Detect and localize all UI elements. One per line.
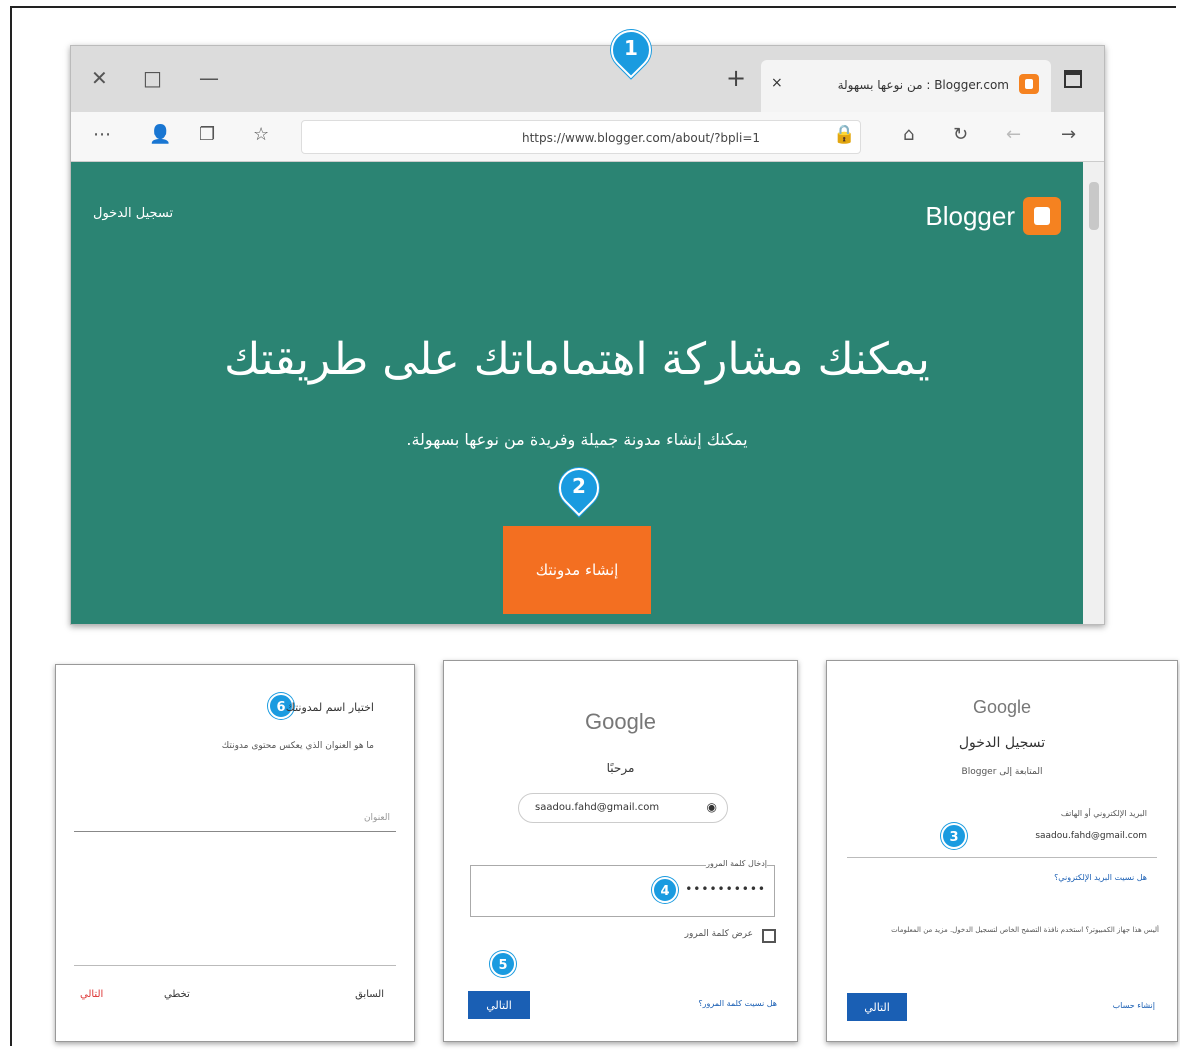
- private-browsing-note: أليس هذا جهاز الكمبيوتر؟ استخدم نافذة ال…: [891, 926, 1159, 934]
- account-chip[interactable]: saadou.fahd@gmail.com ◉: [518, 793, 728, 823]
- blogger-landing-page: تسجيل الدخول Blogger يمكنك مشاركة اهتمام…: [71, 162, 1083, 624]
- account-avatar-icon: ◉: [706, 800, 717, 814]
- forgot-email-link[interactable]: هل نسيت البريد الإلكتروني؟: [1054, 873, 1147, 882]
- address-bar: ⋯ 👤 ❐ ☆ ✩ A ⌘ ▭ https://www.blogger.com/…: [71, 112, 1104, 162]
- browser-window: ✕ □ — + Blogger.com : من نوعها بسهولة × …: [70, 45, 1105, 625]
- welcome-text: مرحبًا: [606, 761, 635, 775]
- collections-icon[interactable]: ❐: [199, 124, 215, 145]
- create-blog-button[interactable]: إنشاء مدونتك: [503, 526, 651, 614]
- back-icon[interactable]: ←: [1006, 124, 1021, 145]
- panel-blog-name: 6 اختيار اسم لمدونتك ما هو العنوان الذي …: [55, 664, 415, 1042]
- hero-headline: يمكنك مشاركة اهتماماتك على طريقتك: [224, 334, 930, 385]
- new-tab-button[interactable]: +: [726, 64, 746, 92]
- tab-blogger[interactable]: Blogger.com : من نوعها بسهولة ×: [761, 60, 1051, 112]
- close-window-icon[interactable]: ✕: [91, 66, 108, 90]
- blogger-icon: [1023, 197, 1061, 235]
- next-button[interactable]: التالي: [847, 993, 907, 1021]
- blog-title-input[interactable]: [74, 831, 396, 832]
- password-value: ••••••••••: [685, 882, 766, 896]
- lock-icon: 🔒: [833, 124, 856, 145]
- step-marker-4: 4: [652, 877, 678, 903]
- blogger-favicon-icon: [1019, 74, 1039, 94]
- tab-actions-icon[interactable]: [1064, 70, 1082, 88]
- scrollbar[interactable]: [1083, 162, 1104, 624]
- sign-in-link[interactable]: تسجيل الدخول: [93, 206, 173, 221]
- blog-title-label: العنوان: [363, 813, 390, 823]
- url-input[interactable]: https://www.blogger.com/about/?bpli=1: [301, 120, 861, 154]
- divider: [74, 965, 396, 966]
- sign-in-subtitle: المتابعة إلى Blogger: [961, 767, 1043, 777]
- step-marker-3: 3: [941, 823, 967, 849]
- password-label: إدخال كلمة المرور: [706, 859, 767, 868]
- panel-sign-in: Google تسجيل الدخول المتابعة إلى Blogger…: [826, 660, 1178, 1042]
- google-logo: Google: [972, 697, 1032, 717]
- email-label: البريد الإلكتروني أو الهاتف: [1060, 809, 1147, 818]
- url-text: https://www.blogger.com/about/?bpli=1: [522, 131, 761, 145]
- step-marker-1: 1: [602, 21, 660, 82]
- more-menu-icon[interactable]: ⋯: [93, 124, 111, 145]
- password-input[interactable]: ••••••••••: [470, 865, 775, 917]
- skip-button[interactable]: تخطي: [164, 989, 190, 1000]
- home-icon[interactable]: ⌂: [903, 124, 914, 145]
- show-password-label: عرض كلمة المرور: [684, 929, 753, 939]
- scrollbar-thumb[interactable]: [1089, 182, 1099, 230]
- google-logo: Google: [585, 709, 656, 734]
- back-button[interactable]: السابق: [355, 989, 384, 1000]
- email-value: saadou.fahd@gmail.com: [1035, 831, 1147, 841]
- email-input[interactable]: [847, 857, 1157, 858]
- panel-password: Google مرحبًا saadou.fahd@gmail.com ◉ إد…: [443, 660, 798, 1042]
- step-marker-2: 2: [550, 459, 608, 520]
- create-account-link[interactable]: إنشاء حساب: [1113, 1001, 1155, 1010]
- next-button[interactable]: التالي: [468, 991, 530, 1019]
- profile-icon[interactable]: 👤: [149, 124, 171, 145]
- tab-title: Blogger.com : من نوعها بسهولة: [837, 78, 1009, 92]
- forgot-password-link[interactable]: هل نسيت كلمة المرور؟: [698, 999, 777, 1008]
- tab-bar: ✕ □ — + Blogger.com : من نوعها بسهولة ×: [71, 46, 1104, 112]
- step-marker-5: 5: [490, 951, 516, 977]
- tab-close-icon[interactable]: ×: [771, 75, 783, 91]
- blogger-wordmark: Blogger: [925, 200, 1015, 231]
- account-email: saadou.fahd@gmail.com: [535, 802, 660, 813]
- next-button[interactable]: التالي: [80, 989, 103, 1000]
- favorites-icon[interactable]: ☆: [253, 124, 269, 145]
- refresh-icon[interactable]: ↻: [953, 124, 968, 145]
- sign-in-title: تسجيل الدخول: [958, 735, 1046, 751]
- show-password-checkbox[interactable]: [762, 929, 776, 943]
- blog-name-title: اختيار اسم لمدونتك: [285, 701, 374, 714]
- minimize-window-icon[interactable]: —: [199, 66, 219, 90]
- forward-icon[interactable]: →: [1061, 124, 1076, 145]
- blog-name-subtitle: ما هو العنوان الذي يعكس محتوى مدونتك: [221, 741, 374, 751]
- hero-subline: يمكنك إنشاء مدونة جميلة وفريدة من نوعها …: [406, 430, 748, 449]
- maximize-window-icon[interactable]: □: [143, 66, 162, 90]
- blogger-logo[interactable]: Blogger: [925, 194, 1061, 238]
